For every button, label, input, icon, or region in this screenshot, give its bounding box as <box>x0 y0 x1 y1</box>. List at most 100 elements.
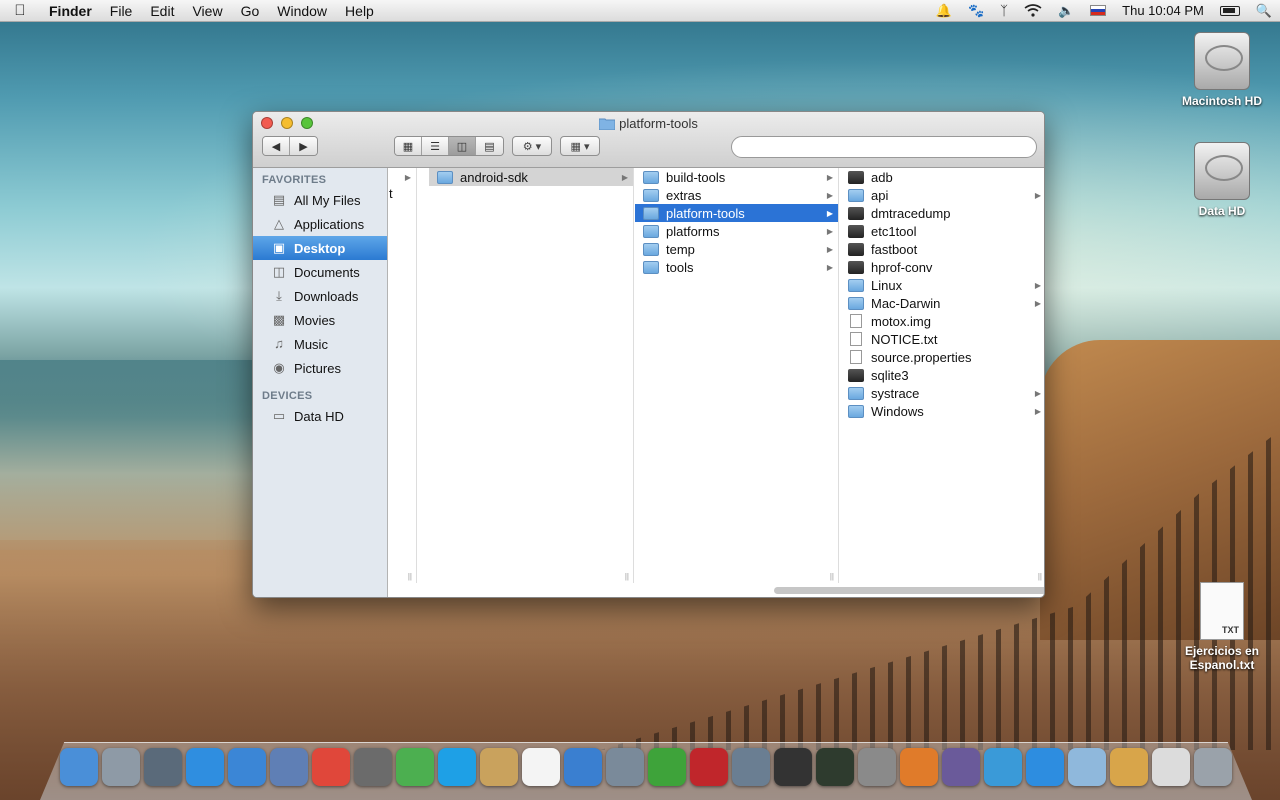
list-item[interactable]: t ▶ <box>389 168 416 202</box>
sidebar-item-documents[interactable]: ◫ Documents <box>253 260 387 284</box>
column-1[interactable]: android-sdk ▶ || <box>429 168 634 583</box>
dock-system-preferences-icon[interactable] <box>858 748 896 786</box>
list-item[interactable]: platforms ▶ <box>635 222 838 240</box>
menu-view[interactable]: View <box>183 3 231 19</box>
sidebar-item-data-hd[interactable]: ▭ Data HD <box>253 404 387 428</box>
menu-app-name[interactable]: Finder <box>40 3 101 19</box>
list-item[interactable]: platform-tools ▶ <box>635 204 838 222</box>
battery-icon[interactable] <box>1212 0 1248 22</box>
dock-android-manager-icon[interactable] <box>396 748 434 786</box>
input-language-flag-icon[interactable] <box>1082 0 1114 22</box>
sidebar-item-downloads[interactable]: ⤓ Downloads <box>253 284 387 308</box>
clock[interactable]: Thu 10:04 PM <box>1114 0 1212 22</box>
list-item[interactable]: android-sdk ▶ <box>429 168 633 186</box>
dock-document-stack-icon[interactable] <box>1152 748 1190 786</box>
dock-preview-icon[interactable] <box>270 748 308 786</box>
column-resize-handle[interactable]: || <box>1038 572 1042 581</box>
list-item[interactable]: adb <box>840 168 1044 186</box>
bluetooth-icon[interactable]: ᛉ <box>992 0 1016 22</box>
search-input[interactable] <box>731 136 1037 158</box>
dock-sync-app-icon[interactable] <box>606 748 644 786</box>
dock-finder-icon[interactable] <box>60 748 98 786</box>
dock-skype-icon[interactable] <box>438 748 476 786</box>
dock-launchpad-icon[interactable] <box>102 748 140 786</box>
dock-quicktime-icon[interactable] <box>942 748 980 786</box>
column-3[interactable]: adb api ▶ dmtracedump etc1tool fastboot hprof-… <box>840 168 1044 583</box>
dock-utorrent-icon[interactable] <box>648 748 686 786</box>
column-0[interactable]: t ▶ || <box>389 168 417 583</box>
icon-view-icon[interactable]: ▦ <box>395 137 422 155</box>
dock-numbers-icon[interactable] <box>984 748 1022 786</box>
back-arrow-icon[interactable]: ◀ <box>263 137 290 155</box>
column-resize-handle[interactable]: || <box>625 572 629 581</box>
list-item[interactable]: tools ▶ <box>635 258 838 276</box>
dock-chrome-icon[interactable] <box>312 748 350 786</box>
disclosure-arrow-icon: ▶ <box>826 172 833 182</box>
desktop-icon-txt-file[interactable]: TXT Ejercicios en Espanol.txt <box>1167 582 1277 672</box>
dock-itunes-icon[interactable] <box>564 748 602 786</box>
list-item[interactable]: fastboot <box>840 240 1044 258</box>
sidebar-item-desktop[interactable]: ▣ Desktop <box>253 236 387 260</box>
title-bar[interactable]: platform-tools ◀ ▶ ▦ ☰ ◫ ▤ ⚙ ▾ ▦ ▾ ⚲ <box>253 112 1044 168</box>
dock-photo-booth-icon[interactable] <box>690 748 728 786</box>
list-item[interactable]: Windows ▶ <box>840 402 1044 420</box>
menu-help[interactable]: Help <box>336 3 383 19</box>
list-item[interactable]: api ▶ <box>840 186 1044 204</box>
list-item[interactable]: Mac-Darwin ▶ <box>840 294 1044 312</box>
sidebar-item-applications[interactable]: △ Applications <box>253 212 387 236</box>
sidebar-item-pictures[interactable]: ◉ Pictures <box>253 356 387 380</box>
dock-safari-icon[interactable] <box>228 748 266 786</box>
wifi-icon[interactable] <box>1016 0 1050 22</box>
dock-archive-icon[interactable] <box>1110 748 1148 786</box>
menu-edit[interactable]: Edit <box>141 3 183 19</box>
dock-app-store-icon[interactable] <box>186 748 224 786</box>
column-resize-handle[interactable]: || <box>408 572 412 581</box>
column-2[interactable]: build-tools ▶ extras ▶ platform-tools ▶ platfo… <box>635 168 839 583</box>
horizontal-scrollbar[interactable] <box>774 587 1044 594</box>
dock-calendar-icon[interactable] <box>522 748 560 786</box>
desktop-icon-data-hd[interactable]: Data HD <box>1167 142 1277 218</box>
list-item[interactable]: sqlite3 <box>840 366 1044 384</box>
list-item[interactable]: dmtracedump <box>840 204 1044 222</box>
dock-keynote-icon[interactable] <box>900 748 938 786</box>
notification-bell-icon[interactable]: 🔔 <box>928 0 960 22</box>
dock-contacts-icon[interactable] <box>480 748 518 786</box>
list-item[interactable]: etc1tool <box>840 222 1044 240</box>
menu-window[interactable]: Window <box>268 3 336 19</box>
column-resize-handle[interactable]: || <box>830 572 834 581</box>
desktop-icon-macintosh-hd[interactable]: Macintosh HD <box>1167 32 1277 108</box>
sidebar-item-movies[interactable]: ▩ Movies <box>253 308 387 332</box>
dock-word-icon[interactable] <box>1026 748 1064 786</box>
list-item[interactable]: motox.img <box>840 312 1044 330</box>
spotlight-search-icon[interactable]: 🔍 <box>1248 0 1280 22</box>
dock-mission-control-icon[interactable] <box>144 748 182 786</box>
volume-icon[interactable]: 🔈 <box>1050 0 1082 22</box>
dock-facetime-icon[interactable] <box>354 748 392 786</box>
list-item[interactable]: NOTICE.txt <box>840 330 1044 348</box>
list-item[interactable]: temp ▶ <box>635 240 838 258</box>
sidebar-item-all-my-files[interactable]: ▤ All My Files <box>253 188 387 212</box>
dock-activity-monitor-icon[interactable] <box>816 748 854 786</box>
dock-imovie-icon[interactable] <box>774 748 812 786</box>
list-view-icon[interactable]: ☰ <box>422 137 449 155</box>
dock-applications-folder-icon[interactable] <box>1068 748 1106 786</box>
dock-iphoto-icon[interactable] <box>732 748 770 786</box>
list-item[interactable]: source.properties <box>840 348 1044 366</box>
menu-file[interactable]: File <box>101 3 142 19</box>
action-gear-button[interactable]: ⚙ ▾ <box>512 136 552 156</box>
dock-trash-icon[interactable] <box>1194 748 1232 786</box>
list-item[interactable]: Linux ▶ <box>840 276 1044 294</box>
sidebar-item-music[interactable]: ♫ Music <box>253 332 387 356</box>
list-item[interactable]: systrace ▶ <box>840 384 1044 402</box>
apple-menu-icon[interactable]:  <box>0 2 40 19</box>
paw-icon[interactable]: 🐾 <box>960 0 992 22</box>
forward-arrow-icon[interactable]: ▶ <box>290 137 317 155</box>
column-view-icon[interactable]: ◫ <box>449 137 476 155</box>
arrange-button[interactable]: ▦ ▾ <box>560 136 600 156</box>
menu-go[interactable]: Go <box>232 3 269 19</box>
sidebar-header-devices: DEVICES <box>262 390 313 402</box>
list-item[interactable]: build-tools ▶ <box>635 168 838 186</box>
cover-flow-icon[interactable]: ▤ <box>476 137 503 155</box>
list-item[interactable]: extras ▶ <box>635 186 838 204</box>
list-item[interactable]: hprof-conv <box>840 258 1044 276</box>
